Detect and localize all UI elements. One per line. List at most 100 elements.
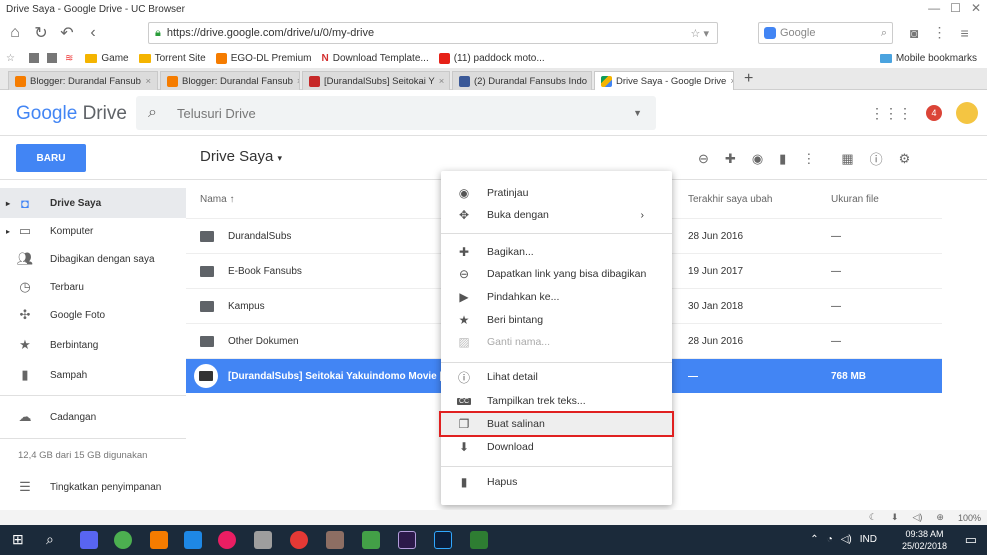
trash-icon[interactable]: ▮ <box>779 151 786 167</box>
tab[interactable]: Blogger: Durandal Fansub× <box>160 71 300 90</box>
uc-browser-icon[interactable] <box>150 531 168 549</box>
photoshop-icon[interactable] <box>434 531 452 549</box>
network-icon[interactable]: ◔ <box>827 534 833 545</box>
lang-indicator[interactable]: IND <box>860 534 877 545</box>
sort-arrow-icon: ↑ <box>229 194 235 205</box>
night-mode-icon[interactable]: ☾ <box>869 512 877 523</box>
page-icon[interactable] <box>28 53 39 63</box>
close-tab-icon[interactable]: × <box>439 76 445 87</box>
tab[interactable]: Blogger: Durandal Fansub× <box>8 71 158 90</box>
new-button[interactable]: BARU <box>16 144 86 172</box>
search-icon[interactable]: ⌕ <box>881 27 887 40</box>
drive-search-input[interactable]: ⌕ Telusuri Drive ▼ <box>136 96 656 130</box>
sidebar-item-komputer[interactable]: ▸ ▭ Komputer <box>0 216 186 246</box>
dropdown-icon[interactable]: ▼ <box>633 108 642 118</box>
close-tab-icon[interactable]: × <box>730 76 733 87</box>
app-icon[interactable] <box>254 531 272 549</box>
bookmark-item[interactable]: (11) paddock moto... <box>438 52 545 64</box>
hamburger-icon[interactable]: ≡ <box>960 25 968 41</box>
notification-badge[interactable]: 4 <box>926 105 942 121</box>
volume-icon[interactable]: ◁) <box>913 512 923 523</box>
bookmark-item[interactable]: N Download Template... <box>322 53 429 64</box>
info-icon[interactable]: ⓘ <box>870 149 883 168</box>
bookmark-item[interactable]: Torrent Site <box>138 53 206 64</box>
download-icon[interactable]: ⬇ <box>891 512 899 523</box>
column-size[interactable]: Ukuran file <box>831 194 879 205</box>
more-actions-icon[interactable]: ⋮ <box>802 151 815 167</box>
upgrade-storage[interactable]: ☰ Tingkatkan penyimpanan <box>0 472 186 502</box>
menu-item-get-link[interactable]: ⊖ Dapatkan link yang bisa dibagikan <box>441 263 672 285</box>
utorrent-icon[interactable] <box>114 531 132 549</box>
zoom-level[interactable]: 100% <box>958 513 981 523</box>
back-icon[interactable]: ‹ <box>82 22 104 44</box>
menu-item-download[interactable]: ⬇ Download <box>441 436 672 458</box>
sidebar-item-starred[interactable]: ★ Berbintang <box>0 330 186 360</box>
drive-title[interactable]: Drive Saya ▾ <box>200 148 282 165</box>
url-bar[interactable]: 🔒︎ https://drive.google.com/drive/u/0/my… <box>148 22 718 44</box>
clock[interactable]: 09:38 AM 25/02/2018 <box>902 528 947 552</box>
close-tab-icon[interactable]: × <box>297 76 299 87</box>
reload-icon[interactable]: ↻ <box>30 22 52 44</box>
tray-icon[interactable]: ⌃ <box>810 534 818 545</box>
settings-icon[interactable]: ⚙ <box>899 151 911 167</box>
menu-item-open-with[interactable]: ✥ Buka dengan › <box>441 204 672 226</box>
sidebar-item-drive-saya[interactable]: ▸ ◘ Drive Saya <box>0 188 186 218</box>
menu-item-captions[interactable]: CC Tampilkan trek teks... <box>441 390 672 412</box>
avatar[interactable] <box>956 102 978 124</box>
maximize-icon[interactable]: ☐ <box>950 1 961 15</box>
close-tab-icon[interactable]: × <box>145 76 151 87</box>
menu-item-move[interactable]: ▶ Pindahkan ke... <box>441 286 672 308</box>
tab[interactable]: (2) Durandal Fansubs Indo× <box>452 71 592 90</box>
close-tab-icon[interactable]: × <box>591 76 592 87</box>
browser-search-box[interactable]: Google ⌕ <box>758 22 893 44</box>
sidebar-item-shared[interactable]: 👥︎ Dibagikan dengan saya <box>0 244 186 274</box>
app-icon[interactable] <box>218 531 236 549</box>
premiere-icon[interactable] <box>398 531 416 549</box>
discord-icon[interactable] <box>80 531 98 549</box>
minimize-icon[interactable]: — <box>928 1 940 15</box>
undo-icon[interactable]: ↶ <box>56 22 78 44</box>
preview-icon[interactable]: ◉ <box>752 151 763 167</box>
menu-item-copy[interactable]: ❐ Buat salinan <box>439 411 674 437</box>
notification-center-icon[interactable]: ▭ <box>965 532 977 548</box>
tab[interactable]: [DurandalSubs] Seitokai Y × <box>302 71 450 90</box>
app-icon[interactable] <box>362 531 380 549</box>
file-explorer-icon[interactable] <box>184 531 202 549</box>
menu-item-delete[interactable]: ▮ Hapus <box>441 471 672 493</box>
drive-logo[interactable]: Google Drive <box>16 103 127 125</box>
sidebar-item-backup[interactable]: ☁ Cadangan <box>0 402 186 432</box>
column-name[interactable]: Nama ↑ <box>200 194 234 205</box>
sidebar-item-trash[interactable]: ▮ Sampah <box>0 360 186 390</box>
sidebar-item-recent[interactable]: ◷ Terbaru <box>0 272 186 302</box>
grid-view-icon[interactable]: ▦ <box>841 151 853 167</box>
home-icon[interactable]: ⌂ <box>4 22 26 44</box>
menu-item-star[interactable]: ★ Beri bintang <box>441 309 672 331</box>
wifi-icon[interactable]: ≋ <box>65 53 73 64</box>
share-icon[interactable]: ✚ <box>725 151 736 167</box>
link-icon[interactable]: ⊖ <box>698 151 709 167</box>
shield-icon[interactable]: ◙ <box>910 25 918 41</box>
column-modified[interactable]: Terakhir saya ubah <box>688 194 773 205</box>
zoom-icon[interactable]: ⊕ <box>936 512 944 523</box>
tab-active[interactable]: Drive Saya - Google Drive× <box>594 71 734 90</box>
windows-start-icon[interactable]: ⊞ <box>12 531 30 549</box>
sidebar-item-photos[interactable]: ✣ Google Foto <box>0 300 186 330</box>
line-icon[interactable] <box>470 531 488 549</box>
media-player-icon[interactable] <box>290 531 308 549</box>
close-icon[interactable]: ✕ <box>971 1 981 15</box>
bookmark-item[interactable]: EGO-DL Premium <box>215 52 312 64</box>
app-icon[interactable] <box>326 531 344 549</box>
star-icon[interactable]: ☆ ▾ <box>691 27 709 40</box>
volume-icon[interactable]: ◁) <box>841 534 852 545</box>
bookmark-star-icon[interactable]: ☆ <box>6 53 15 64</box>
menu-item-preview[interactable]: ◉ Pratinjau <box>441 182 672 204</box>
bookmark-item[interactable]: Game <box>85 53 129 64</box>
new-tab-button[interactable]: + <box>744 70 753 88</box>
more-menu-icon[interactable]: ⋮ <box>932 24 946 41</box>
search-icon[interactable]: ⌕ <box>46 531 64 549</box>
menu-item-details[interactable]: ⓘ Lihat detail <box>441 366 672 388</box>
menu-item-share[interactable]: ✚ Bagikan... <box>441 241 672 263</box>
apps-grid-icon[interactable]: ⋮⋮⋮ <box>870 105 912 122</box>
mobile-bookmarks[interactable]: Mobile bookmarks <box>879 53 977 64</box>
page-icon[interactable] <box>46 53 57 63</box>
